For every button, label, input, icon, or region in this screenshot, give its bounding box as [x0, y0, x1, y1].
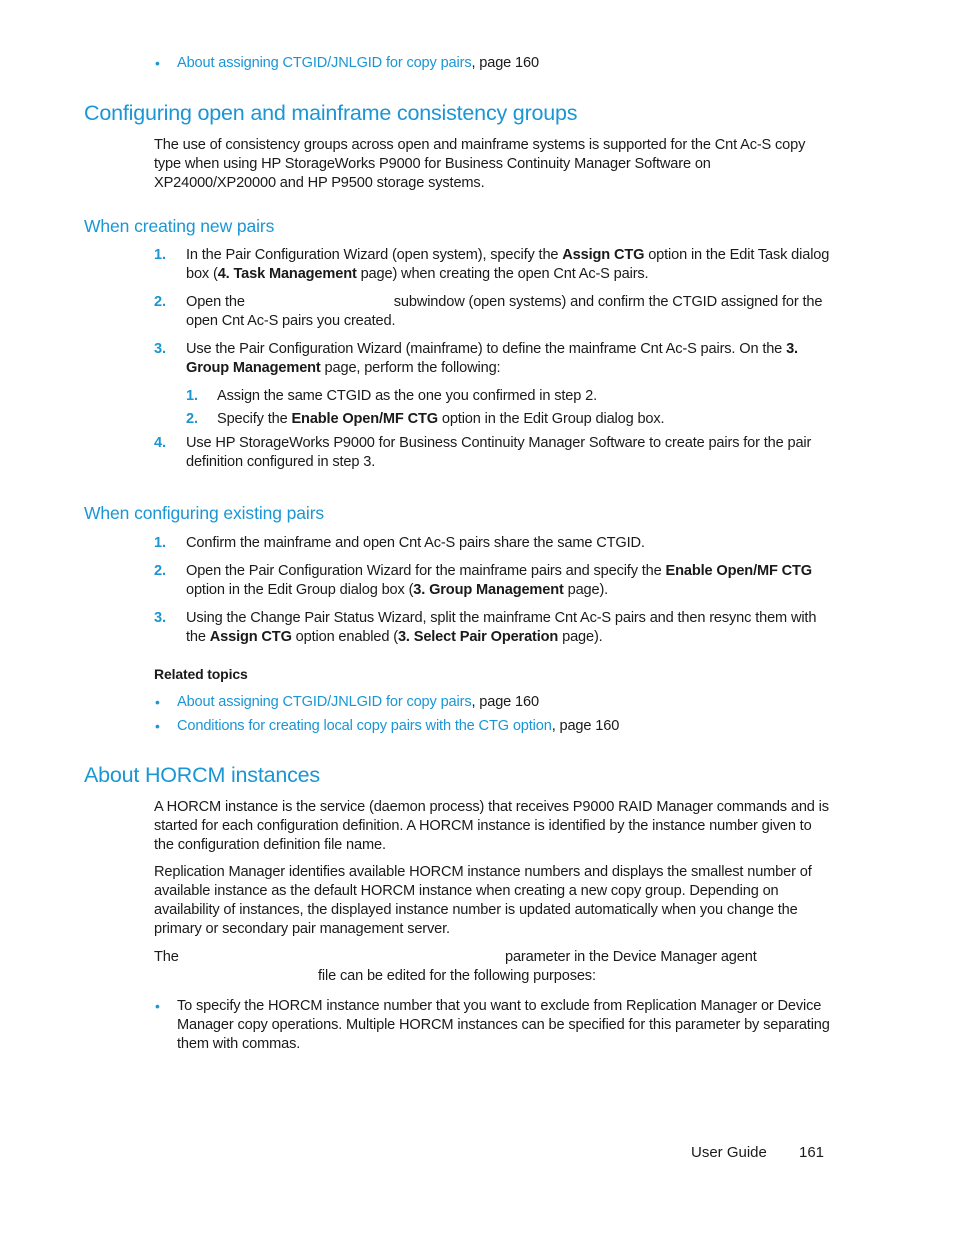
steps-list: 1. Confirm the mainframe and open Cnt Ac… [0, 534, 954, 654]
substep-number: 1. [186, 388, 198, 404]
related-item: About assigning CTGID/JNLGID for copy pa… [177, 54, 539, 73]
step-number: 2. [154, 294, 166, 310]
page-ref: , page 160 [471, 55, 539, 71]
step-number: 3. [154, 610, 166, 626]
bullet-list: • To specify the HORCM instance number t… [0, 997, 954, 1057]
step-number: 3. [154, 341, 166, 357]
section-heading: Configuring open and mainframe consisten… [84, 101, 578, 125]
substep-text: Assign the same CTGID as the one you con… [217, 388, 597, 404]
subsection-heading: When configuring existing pairs [84, 503, 325, 523]
section-heading: About HORCM instances [84, 763, 320, 787]
paragraph: Replication Manager identifies available… [154, 864, 812, 937]
step-number: 1. [154, 535, 166, 551]
page-ref: , page 160 [471, 694, 539, 710]
related-item: Conditions for creating local copy pairs… [177, 717, 619, 736]
step-text: Open the subwindow (open systems) and co… [186, 294, 823, 329]
related-topics-list: • About assigning CTGID/JNLGID for copy … [0, 693, 954, 743]
step-text: In the Pair Configuration Wizard (open s… [186, 247, 830, 282]
related-link[interactable]: Conditions for creating local copy pairs… [177, 718, 552, 734]
subsection-heading: When creating new pairs [84, 216, 275, 236]
section-intro: The use of consistency groups across ope… [154, 137, 806, 191]
step-number: 1. [154, 247, 166, 263]
bullet-icon: • [155, 694, 160, 710]
paragraph-text: file can be edited for the following pur… [318, 968, 596, 984]
bullet-icon: • [155, 998, 160, 1014]
paragraph: The parameter in the Device Manager agen… [154, 948, 834, 988]
bullet-icon: • [155, 718, 160, 734]
step-text: Use HP StorageWorks P9000 for Business C… [186, 435, 812, 470]
page-number: 161 [799, 1144, 825, 1161]
step-number: 2. [154, 563, 166, 579]
paragraph-text: parameter in the Device Manager agent [505, 949, 757, 965]
step-number: 4. [154, 435, 166, 451]
related-topics-heading: Related topics [154, 666, 248, 682]
page-ref: , page 160 [551, 718, 620, 734]
substep-text: Specify the Enable Open/MF CTG option in… [217, 411, 665, 427]
step-text: Open the Pair Configuration Wizard for t… [186, 563, 813, 598]
paragraph: A HORCM instance is the service (daemon … [154, 799, 829, 853]
paragraph-text: The [154, 949, 179, 965]
related-link[interactable]: About assigning CTGID/JNLGID for copy pa… [177, 694, 472, 710]
step-text: Use the Pair Configuration Wizard (mainf… [186, 341, 798, 376]
bullet-icon: • [155, 55, 160, 71]
related-item: About assigning CTGID/JNLGID for copy pa… [177, 693, 539, 712]
step-text: Confirm the mainframe and open Cnt Ac-S … [186, 535, 645, 551]
related-link[interactable]: About assigning CTGID/JNLGID for copy pa… [177, 55, 472, 71]
bullet-text: To specify the HORCM instance number tha… [177, 998, 830, 1052]
steps-list: 1. In the Pair Configuration Wizard (ope… [0, 246, 954, 476]
footer-guide-title: User Guide [691, 1144, 767, 1161]
substep-number: 2. [186, 411, 198, 427]
step-text: Using the Change Pair Status Wizard, spl… [186, 610, 817, 645]
